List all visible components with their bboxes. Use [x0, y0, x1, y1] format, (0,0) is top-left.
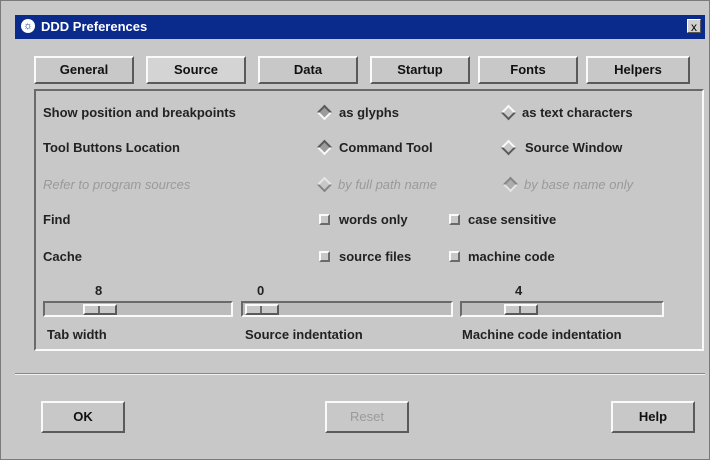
title-bar[interactable]: ☼ DDD Preferences x: [15, 15, 705, 39]
source-indentation-value: 0: [257, 283, 265, 298]
source-indentation-label: Source indentation: [245, 327, 363, 342]
tab-width-slider[interactable]: [43, 301, 233, 317]
tab-startup[interactable]: Startup: [370, 56, 470, 84]
preferences-dialog: ☼ DDD Preferences x General Source Data …: [0, 0, 710, 460]
refer-to-sources-label: Refer to program sources: [43, 177, 191, 192]
ok-button[interactable]: OK: [41, 401, 125, 433]
tab-data[interactable]: Data: [258, 56, 358, 84]
separator: [15, 373, 705, 375]
source-indentation-slider-thumb[interactable]: [245, 304, 279, 315]
show-position-label: Show position and breakpoints: [43, 105, 236, 120]
tab-helpers[interactable]: Helpers: [586, 56, 690, 84]
machine-code-label[interactable]: machine code: [468, 249, 555, 264]
close-button[interactable]: x: [687, 19, 701, 34]
base-name-only-label: by base name only: [524, 177, 634, 192]
machine-code-indentation-slider[interactable]: [460, 301, 664, 317]
tab-width-label: Tab width: [47, 327, 107, 342]
source-window-label[interactable]: Source Window: [525, 140, 622, 155]
source-files-checkbox[interactable]: [319, 251, 330, 262]
as-glyphs-label[interactable]: as glyphs: [339, 105, 399, 120]
tab-fonts[interactable]: Fonts: [478, 56, 578, 84]
as-text-characters-label[interactable]: as text characters: [522, 105, 633, 120]
tab-width-value: 8: [95, 283, 103, 298]
command-tool-label[interactable]: Command Tool: [339, 140, 433, 155]
tab-width-slider-thumb[interactable]: [83, 304, 117, 315]
source-indentation-slider[interactable]: [241, 301, 453, 317]
machine-code-indentation-label: Machine code indentation: [462, 327, 622, 342]
machine-code-checkbox[interactable]: [449, 251, 460, 262]
cache-label: Cache: [43, 249, 83, 264]
window-title: DDD Preferences: [41, 19, 148, 34]
help-button[interactable]: Help: [611, 401, 695, 433]
ddd-app-icon: ☼: [21, 19, 35, 33]
reset-button[interactable]: Reset: [325, 401, 409, 433]
source-files-label[interactable]: source files: [339, 249, 411, 264]
full-path-name-label: by full path name: [338, 177, 438, 192]
tool-buttons-location-label: Tool Buttons Location: [43, 140, 180, 155]
words-only-checkbox[interactable]: [319, 214, 330, 225]
machine-code-indentation-value: 4: [515, 283, 523, 298]
case-sensitive-label[interactable]: case sensitive: [468, 212, 556, 227]
words-only-label[interactable]: words only: [339, 212, 408, 227]
find-label: Find: [43, 212, 71, 227]
tab-source[interactable]: Source: [146, 56, 246, 84]
case-sensitive-checkbox[interactable]: [449, 214, 460, 225]
tab-general[interactable]: General: [34, 56, 134, 84]
machine-code-indentation-slider-thumb[interactable]: [504, 304, 538, 315]
